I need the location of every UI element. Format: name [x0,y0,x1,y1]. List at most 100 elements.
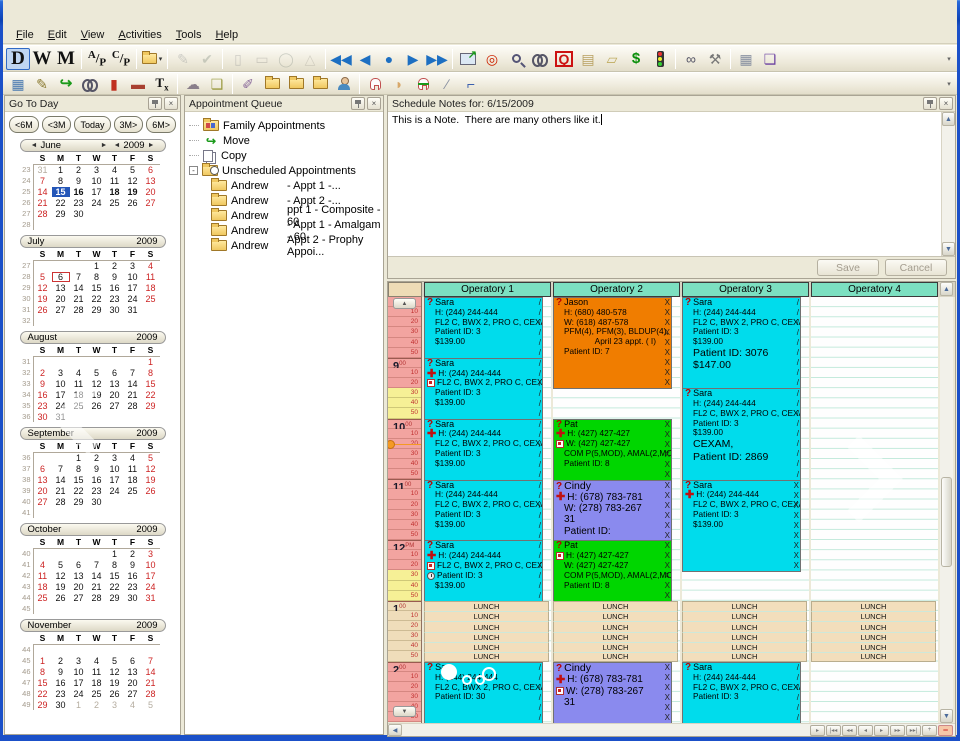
appointment-block[interactable]: ?SaraH: (244) 244-444FL2 C, BWX 2, PRO C… [424,480,543,542]
operatory-column-4[interactable]: LUNCHLUNCHLUNCHLUNCHLUNCHLUNCH [811,297,938,723]
lunch-row[interactable]: LUNCH [553,601,678,611]
calendar-day[interactable]: 11 [142,272,160,282]
supply-wagon-button[interactable]: ▬ [126,74,150,94]
cancel-button[interactable]: Cancel [885,259,947,276]
calendar-day[interactable]: 10 [106,464,124,474]
appointment-block[interactable]: ?JasonH: (680) 480-578W: (618) 487-578PF… [553,297,672,389]
save-button[interactable]: Save [817,259,879,276]
menu-file[interactable]: File [9,28,41,42]
calendar-day[interactable]: 28 [142,689,160,699]
calendar-day[interactable]: 9 [124,560,142,570]
calendar-day[interactable]: 30 [88,497,106,507]
calendar-day[interactable]: 6 [124,656,142,666]
ortho-tooth-button[interactable] [411,74,435,94]
menu-activities[interactable]: Activities [111,28,168,42]
calendar-day[interactable]: 29 [142,401,160,411]
appointment-block[interactable]: ?Sara✚H: (244) 244-444FL2 C, BWX 2, PRO … [682,480,801,572]
calendar-day[interactable]: 30 [124,593,142,603]
reading-glasses-button[interactable]: ∞ [679,48,703,70]
calendar-day[interactable]: 2 [124,549,142,559]
close-panel-icon[interactable]: × [164,97,178,110]
lunch-row[interactable]: LUNCH [424,632,549,642]
calendar-day[interactable]: 28 [34,209,52,219]
calendar-day[interactable]: 10 [70,667,88,677]
scrollbar-thumb[interactable] [941,477,952,567]
operatory-header-2[interactable]: Operatory 2 [553,282,680,297]
appt-per-provider-button[interactable]: A/P [85,48,109,70]
calendar-day[interactable]: 27 [34,497,52,507]
calendar-day[interactable]: 2 [88,700,106,710]
calendar-day[interactable]: 3 [70,656,88,666]
calendar-day[interactable]: 9 [34,379,52,389]
lunch-row[interactable]: LUNCH [682,621,807,631]
next-day-button[interactable]: ▶ [401,48,425,70]
queue-item-family-appointments[interactable]: Family Appointments [189,118,381,133]
calendar-day[interactable]: 11 [124,464,142,474]
calendar-day[interactable]: 14 [34,187,52,197]
appointment-block[interactable]: ?SaraH: (244) 244-444FL2 C, BWX 2, PRO C… [682,662,801,723]
calendar-day[interactable]: 22 [34,689,52,699]
lunch-row[interactable]: LUNCH [811,601,936,611]
patient-file-button[interactable] [332,74,356,94]
calendar-day[interactable]: 23 [34,401,52,411]
calendar-day[interactable]: 27 [52,305,70,315]
calendar-day[interactable]: 12 [142,464,160,474]
current-day-button[interactable]: ● [377,48,401,70]
calendar-day[interactable]: 13 [124,667,142,677]
calendar-day[interactable]: 24 [70,689,88,699]
calendar-day[interactable]: 3 [106,700,124,710]
calendar-day[interactable]: 20 [34,486,52,496]
calendar-day[interactable]: 12 [106,667,124,677]
appointment-status-button[interactable]: ◯ [274,48,298,70]
calendar-day[interactable]: 12 [52,571,70,581]
scroll-up-icon[interactable]: ▲ [942,112,955,126]
lunch-row[interactable]: LUNCH [811,642,936,652]
calendar-day[interactable]: 2 [106,261,124,271]
calendar-day[interactable]: 23 [106,294,124,304]
calendar-day[interactable]: 1 [106,549,124,559]
lunch-row[interactable]: LUNCH [682,642,807,652]
calendar-day[interactable]: 15 [142,379,160,389]
calendar-day[interactable]: 20 [124,678,142,688]
locate-appointment-button[interactable]: ◎ [480,48,504,70]
calendar-day[interactable]: 22 [106,582,124,592]
calendar-day[interactable]: 8 [106,560,124,570]
calendar-day[interactable]: 12 [34,283,52,293]
calendar-day[interactable]: 13 [142,176,160,186]
calendar-day[interactable]: 7 [70,272,88,282]
close-panel-icon[interactable]: × [939,97,953,110]
calendar-day[interactable]: 2 [70,165,88,175]
calendar-day[interactable]: 31 [142,593,160,603]
appointment-block[interactable]: ?SaraH: (244) 244-444FL2 C, BWX 2, PRO C… [424,297,543,359]
nav-button-0[interactable]: ▸ [810,725,825,736]
calendar-day[interactable]: 4 [70,368,88,378]
vertical-scrollbar[interactable]: ▼ [940,297,953,723]
calendar-day[interactable]: 9 [52,667,70,677]
toolbar-overflow-icon[interactable]: ▾ [944,80,954,88]
lunch-block[interactable]: LUNCHLUNCHLUNCHLUNCHLUNCHLUNCH [811,601,936,662]
calendar-day[interactable]: 21 [70,294,88,304]
calendar-day[interactable]: 19 [34,294,52,304]
pin-icon[interactable] [351,97,365,110]
calendar-day[interactable]: 5 [142,453,160,463]
nav-button-8[interactable]: − [938,725,953,736]
security-key-button[interactable]: ⌐ [459,74,483,94]
nav-button-4[interactable]: ▸ [874,725,889,736]
scroll-left-icon[interactable]: ◀ [388,724,402,736]
calendar-day[interactable]: 30 [70,209,88,219]
appointment-block[interactable]: ?Sara✚H: (244) 244-444FL2 C, BWX 2, PRO … [424,419,543,481]
calendar-day[interactable]: 17 [88,187,106,197]
month-view-button[interactable]: M [54,48,78,70]
calendar-day[interactable]: 27 [124,689,142,699]
calendar-day[interactable]: 8 [70,464,88,474]
calendar-day[interactable]: 10 [124,272,142,282]
calendar-day[interactable]: 15 [34,678,52,688]
calendar-day[interactable]: 14 [88,571,106,581]
pen-cup-button[interactable]: ✐ [236,74,260,94]
lunch-row[interactable]: LUNCH [811,652,936,662]
calendar-day[interactable]: 25 [106,198,124,208]
appointment-block[interactable]: ?SaraH: (244) 244-444FL2 C, BWX 2, PRO C… [424,662,543,723]
calendar-day[interactable]: 15 [52,187,70,197]
calendar-day[interactable]: 23 [70,198,88,208]
calendar-day[interactable]: 7 [52,464,70,474]
